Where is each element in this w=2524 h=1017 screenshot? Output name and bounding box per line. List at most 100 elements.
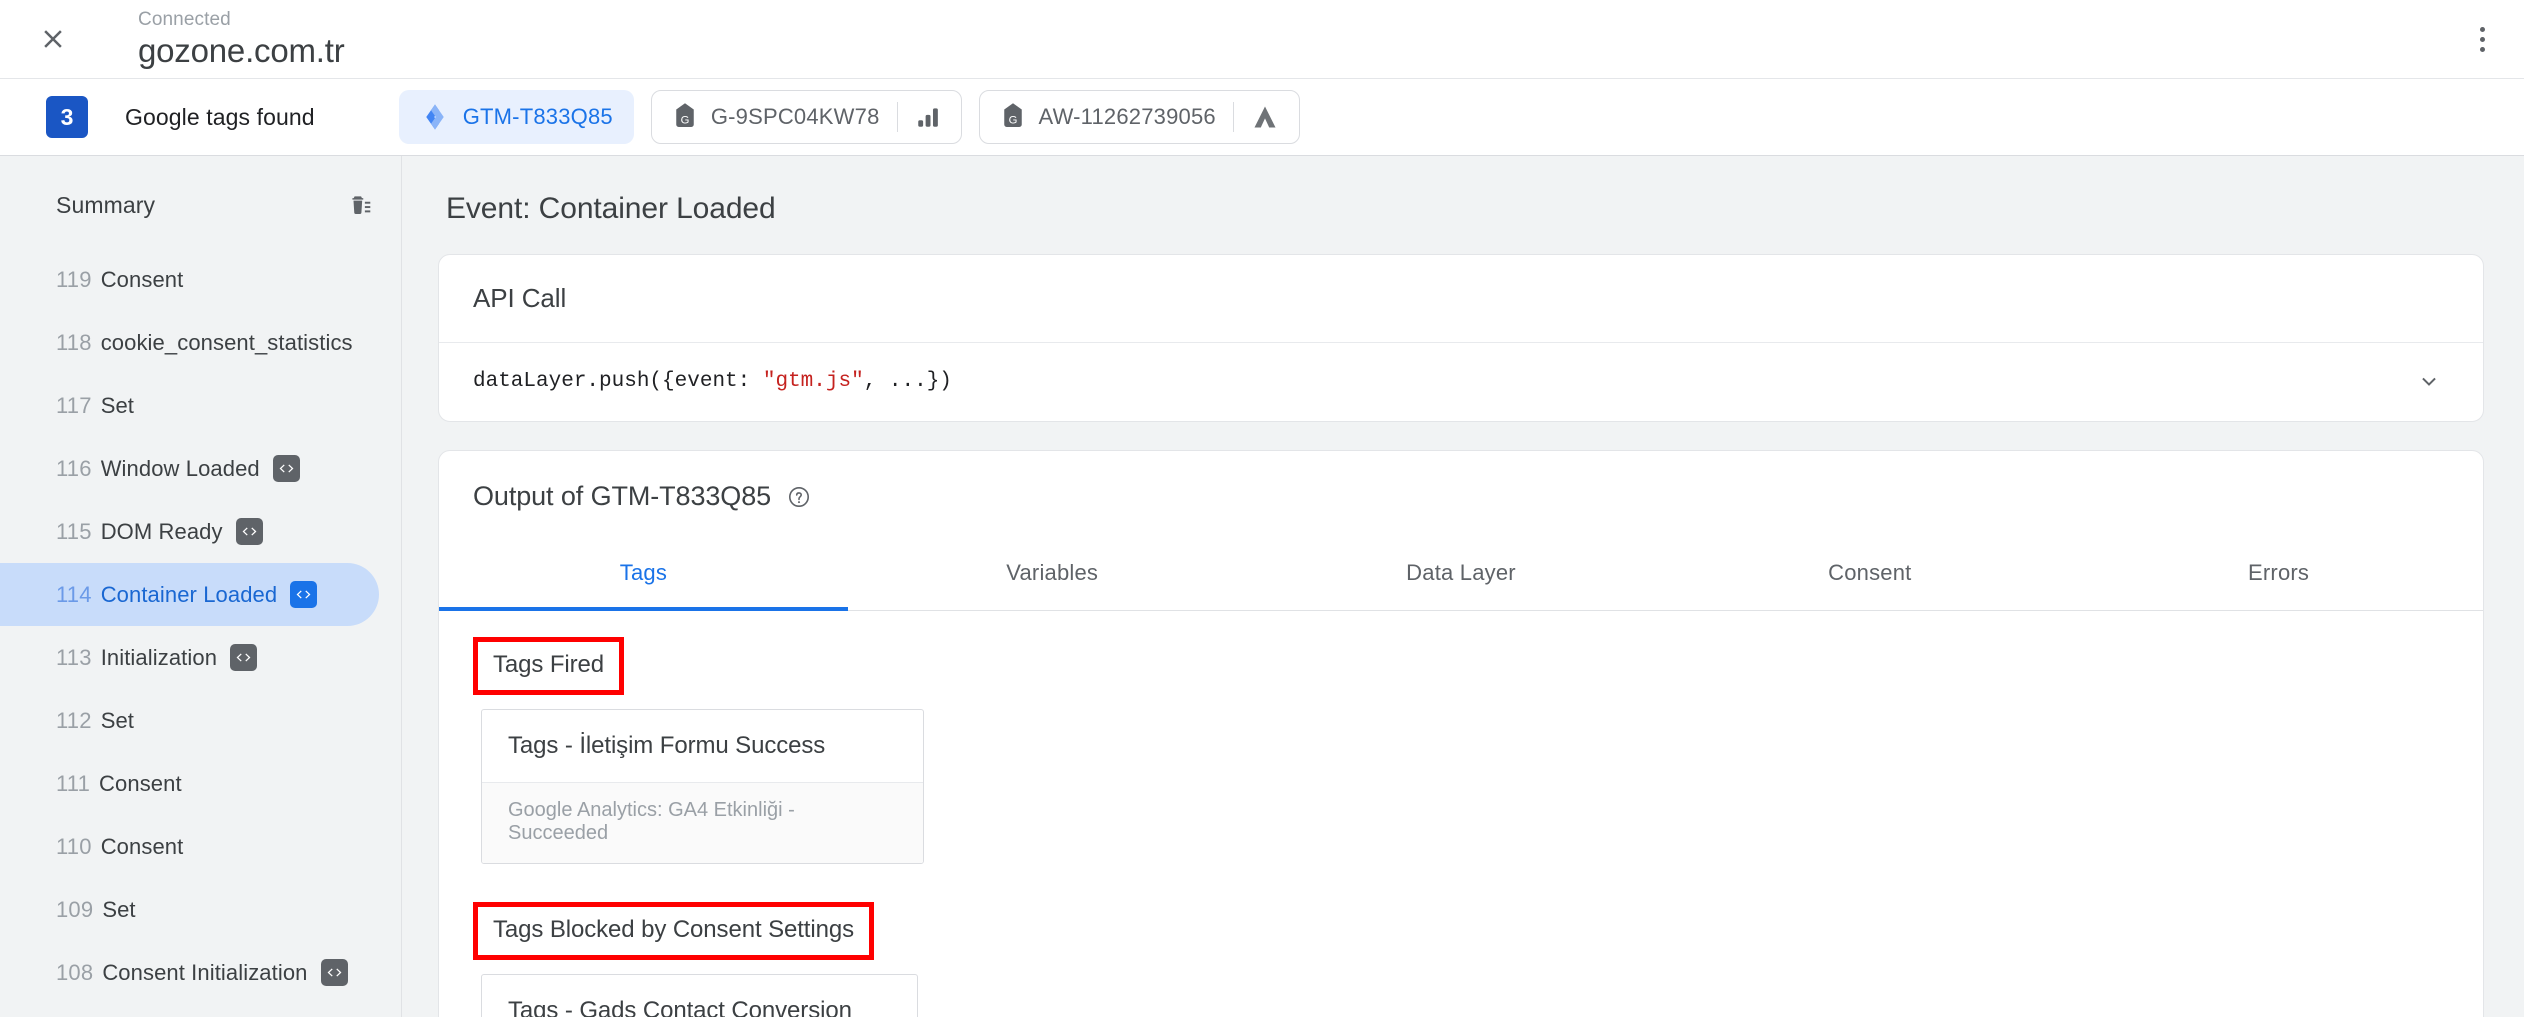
svg-text:G: G	[680, 114, 689, 126]
tags-tab-panel: Tags Fired Tags - İletişim Formu SuccessG…	[439, 611, 2483, 1017]
tag-chip-label: G-9SPC04KW78	[711, 104, 880, 130]
tag-name: Tags - İletişim Formu Success	[482, 710, 923, 782]
content-body: Summary 119 Consent 118 cookie_consent_stat…	[0, 156, 2524, 1017]
sidebar-item-117[interactable]: 117 Set	[0, 374, 379, 437]
tag-group-title: Tags Blocked by Consent Settings	[473, 902, 874, 960]
connection-status-label: Connected	[138, 10, 345, 30]
tab-data-layer[interactable]: Data Layer	[1257, 538, 1666, 610]
tag-chip-list: GTM-T833Q85 G G-9SPC04KW78	[399, 90, 1300, 144]
sidebar-summary-label[interactable]: Summary	[56, 192, 155, 219]
tag-group-title-wrap: Tags Blocked by Consent Settings	[473, 902, 874, 960]
google-ads-icon	[1251, 103, 1279, 131]
code-icon	[321, 959, 348, 986]
dot	[2480, 27, 2485, 32]
event-number: 116	[56, 456, 92, 482]
output-tabs: TagsVariablesData LayerConsentErrors	[439, 538, 2483, 611]
event-name: Window Loaded	[101, 456, 260, 482]
event-number: 114	[56, 582, 92, 608]
api-call-code: dataLayer.push({event: "gtm.js", ...})	[473, 370, 952, 393]
event-name: cookie_consent_statistics	[101, 330, 353, 356]
site-domain: gozone.com.tr	[138, 33, 345, 69]
tag-group: Tags Blocked by Consent Settings Tags - G…	[439, 878, 2483, 1017]
event-name: Consent Initialization	[102, 960, 307, 986]
tag-subtitle: Google Analytics: GA4 Etkinliği - Succee…	[482, 782, 923, 863]
tag-chip-ads[interactable]: G AW-11262739056	[979, 90, 1300, 144]
sidebar-item-119[interactable]: 119 Consent	[0, 248, 379, 311]
event-number: 111	[56, 771, 90, 797]
code-icon	[236, 518, 263, 545]
api-call-card: API Call dataLayer.push({event: "gtm.js"…	[438, 254, 2484, 422]
event-name: Consent	[101, 834, 184, 860]
sidebar-item-110[interactable]: 110 Consent	[0, 815, 379, 878]
google-tag-icon: G	[672, 102, 698, 132]
sidebar-item-114[interactable]: 114 Container Loaded	[0, 563, 379, 626]
chip-divider	[1233, 102, 1234, 132]
help-circle-icon[interactable]	[787, 485, 811, 509]
tags-found-label: Google tags found	[125, 104, 315, 131]
top-bar: Connected gozone.com.tr	[0, 0, 2524, 78]
event-name: Set	[101, 708, 134, 734]
api-call-row[interactable]: dataLayer.push({event: "gtm.js", ...})	[439, 343, 2483, 421]
tag-chip-gtm[interactable]: GTM-T833Q85	[399, 90, 634, 144]
output-card: Output of GTM-T833Q85 TagsVariablesData …	[438, 450, 2484, 1017]
tag-card[interactable]: Tags - İletişim Formu SuccessGoogle Anal…	[481, 709, 924, 864]
gtm-diamond-icon	[420, 102, 450, 132]
chevron-down-icon[interactable]	[2415, 367, 2449, 395]
event-number: 118	[56, 330, 92, 356]
event-number: 109	[56, 897, 93, 923]
sidebar-item-109[interactable]: 109 Set	[0, 878, 379, 941]
sidebar-item-118[interactable]: 118 cookie_consent_statistics	[0, 311, 379, 374]
event-number: 110	[56, 834, 92, 860]
tab-consent[interactable]: Consent	[1665, 538, 2074, 610]
main-panel: Event: Container Loaded API Call dataLay…	[402, 156, 2524, 1017]
clear-list-icon[interactable]	[347, 192, 373, 218]
code-icon	[290, 581, 317, 608]
sidebar-item-111[interactable]: 111Consent	[0, 752, 379, 815]
more-vert-icon[interactable]	[2462, 16, 2502, 62]
tab-variables[interactable]: Variables	[848, 538, 1257, 610]
page-title: Event: Container Loaded	[446, 192, 2484, 226]
event-name: Consent	[101, 267, 184, 293]
event-name: Set	[102, 897, 135, 923]
chip-divider	[897, 102, 898, 132]
event-name: Initialization	[101, 645, 217, 671]
tag-list: Tags - İletişim Formu SuccessGoogle Anal…	[481, 709, 2483, 864]
tag-group-title-wrap: Tags Fired	[473, 637, 624, 695]
sidebar-item-116[interactable]: 116 Window Loaded	[0, 437, 379, 500]
sidebar-item-115[interactable]: 115 DOM Ready	[0, 500, 379, 563]
sidebar-item-108[interactable]: 108 Consent Initialization	[0, 941, 379, 1004]
event-number: 119	[56, 267, 92, 293]
tab-errors[interactable]: Errors	[2074, 538, 2483, 610]
event-name: DOM Ready	[101, 519, 223, 545]
close-icon[interactable]	[30, 16, 76, 62]
tag-chip-label: AW-11262739056	[1039, 104, 1216, 130]
tag-assistant-window: Connected gozone.com.tr 3 Google tags fo…	[0, 0, 2524, 1017]
google-tags-bar: 3 Google tags found GTM-T833Q85 G	[0, 78, 2524, 156]
svg-text:G: G	[1008, 114, 1017, 126]
code-string: "gtm.js"	[763, 370, 864, 393]
sidebar-header: Summary	[0, 180, 401, 230]
event-number: 113	[56, 645, 92, 671]
event-name: Container Loaded	[101, 582, 278, 608]
tag-chip-ga4[interactable]: G G-9SPC04KW78	[651, 90, 962, 144]
connection-info: Connected gozone.com.tr	[138, 10, 345, 69]
dot	[2480, 37, 2485, 42]
tab-tags[interactable]: Tags	[439, 538, 848, 610]
sidebar-item-113[interactable]: 113 Initialization	[0, 626, 379, 689]
event-list: 119Consent118cookie_consent_statistics11…	[0, 248, 401, 1004]
google-tag-icon: G	[1000, 102, 1026, 132]
dot	[2480, 47, 2485, 52]
event-name: Set	[101, 393, 134, 419]
code-icon	[273, 455, 300, 482]
sidebar-item-112[interactable]: 112Set	[0, 689, 379, 752]
tag-list: Tags - Gads Contact ConversionGoogle Ads…	[481, 974, 2483, 1017]
tag-group-title: Tags Fired	[473, 637, 624, 695]
output-title: Output of GTM-T833Q85	[473, 481, 771, 512]
event-number: 117	[56, 393, 92, 419]
code-prefix: dataLayer.push({event:	[473, 370, 763, 393]
event-sidebar: Summary 119 Consent 118 cookie_consent_stat…	[0, 156, 402, 1017]
tag-card[interactable]: Tags - Gads Contact ConversionGoogle Ads…	[481, 974, 918, 1017]
tag-chip-label: GTM-T833Q85	[463, 104, 613, 130]
event-number: 115	[56, 519, 92, 545]
event-number: 108	[56, 960, 93, 986]
